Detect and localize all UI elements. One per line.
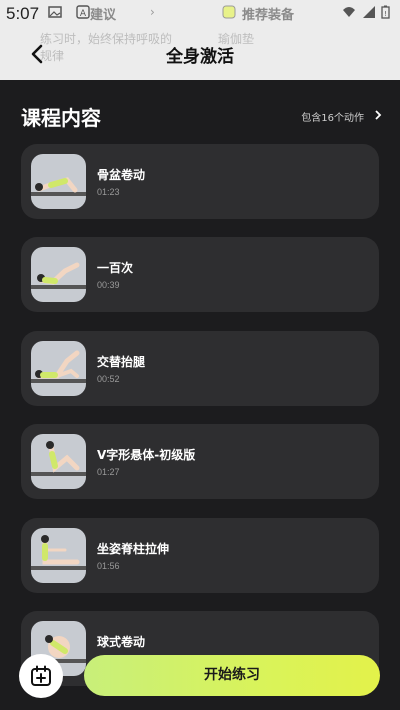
exercise-duration: 00:52 (97, 373, 120, 384)
start-workout-button[interactable]: 开始练习 (84, 655, 380, 696)
calendar-add-icon (31, 665, 51, 686)
exercise-duration: 01:56 (97, 560, 120, 571)
ghost-chevron-icon: › (150, 5, 155, 19)
exercise-card[interactable]: 一百次 00:39 (21, 237, 379, 313)
exercise-card[interactable]: 骨盆卷动 01:23 (21, 144, 379, 219)
battery-icon: ! (381, 5, 390, 19)
svg-text:!: ! (384, 10, 387, 18)
exercise-name: V字形悬体-初级版 (97, 448, 196, 463)
keyboard-a-icon: A (76, 5, 90, 19)
exercise-card[interactable]: 交替抬腿 00:52 (21, 330, 379, 406)
hundred-illustration (31, 262, 86, 290)
section-title: 课程内容 (21, 106, 101, 130)
exercise-duration: 01:23 (97, 187, 120, 197)
exercise-count-link[interactable]: 包含16个动作 (301, 109, 364, 124)
gallery-icon (48, 6, 62, 18)
exercise-list: 骨盆卷动 01:23 一百次 00:39 交替抬腿 00:52 V字形悬体-初级… (21, 144, 379, 704)
exercise-thumbnail (31, 154, 86, 209)
exercise-thumbnail (31, 340, 86, 396)
status-bar: 5:07 A ! (0, 0, 400, 26)
seated-spine-stretch-illustration (31, 534, 86, 570)
equipment-icon (222, 5, 236, 19)
exercise-card[interactable]: 坐姿脊柱拉伸 01:56 (21, 517, 379, 593)
exercise-duration: 00:39 (97, 280, 120, 291)
exercise-thumbnail (31, 247, 86, 303)
wifi-icon (343, 7, 355, 17)
v-sit-illustration (31, 441, 86, 477)
alternating-leg-raise-illustration (31, 350, 86, 383)
exercise-name: 交替抬腿 (97, 354, 146, 369)
exercise-card[interactable]: V字形悬体-初级版 01:27 (21, 424, 379, 500)
status-time: 5:07 (6, 4, 40, 23)
pelvic-curl-illustration (31, 177, 86, 196)
ghost-equipment-heading: 推荐装备 (242, 8, 295, 23)
exercise-name: 骨盆卷动 (97, 168, 146, 182)
exercise-name: 一百次 (97, 261, 134, 276)
chevron-right-icon[interactable] (374, 109, 382, 121)
page-title: 全身激活 (166, 47, 234, 67)
exercise-thumbnail (31, 527, 86, 583)
exercise-name: 球式卷动 (97, 634, 146, 649)
exercise-name: 坐姿脊柱拉伸 (97, 541, 170, 556)
exercise-duration: 01:27 (97, 467, 120, 478)
signal-icon (363, 6, 375, 18)
schedule-button[interactable] (19, 654, 63, 698)
ghost-advice-heading: 建议 (90, 8, 117, 23)
exercise-thumbnail (31, 434, 86, 490)
header: 5:07 A ! 建议 › 推荐装备 练习时，始终保持呼吸的 规律 瑜伽垫 全身… (0, 0, 400, 80)
svg-text:A: A (80, 9, 87, 19)
